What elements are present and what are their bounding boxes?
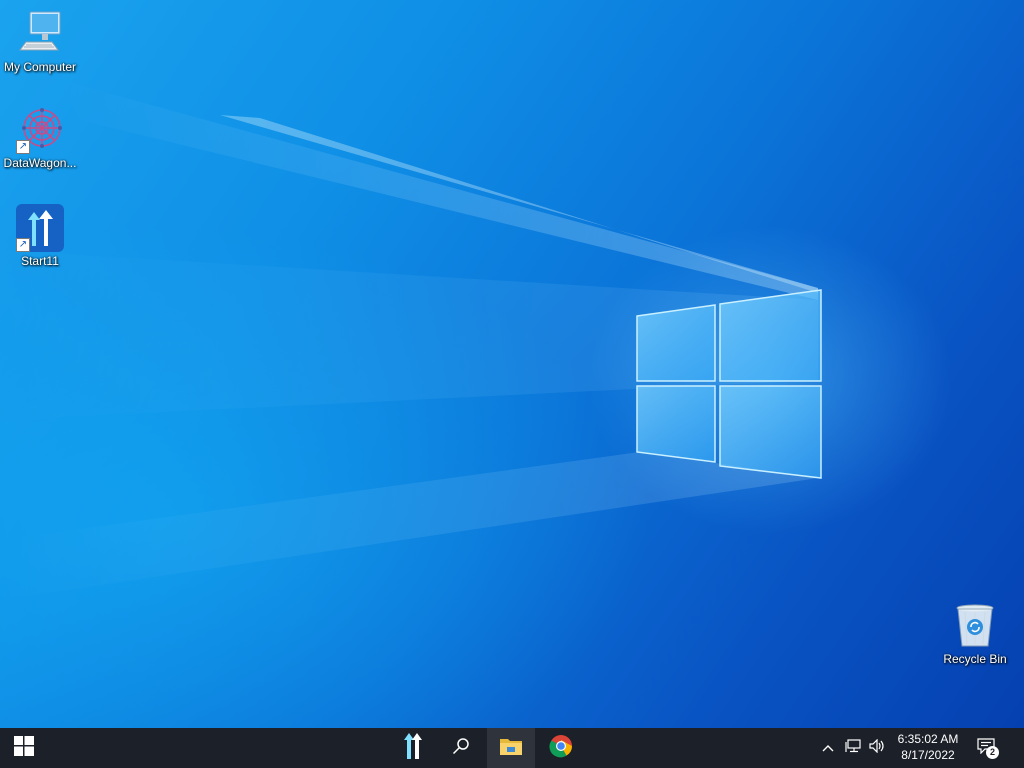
show-hidden-icons-button[interactable] (816, 728, 840, 768)
desktop-icon-my-computer[interactable]: My Computer (0, 10, 80, 74)
start-button[interactable] (0, 728, 48, 768)
desktop[interactable]: My Computer ↗ DataWagon... ↗ Start11 Rec… (0, 0, 1024, 728)
start11-icon: ↗ (16, 204, 64, 252)
clock-date: 8/17/2022 (901, 748, 955, 762)
network-button[interactable] (840, 728, 866, 768)
desktop-icon-label: DataWagon... (3, 156, 77, 170)
shortcut-arrow-icon: ↗ (16, 238, 30, 252)
action-center-button[interactable]: 2 (970, 728, 1004, 768)
taskbar-start11-button[interactable] (389, 728, 437, 768)
clock-time: 6:35:02 AM (897, 732, 959, 746)
system-clock[interactable]: 6:35:02 AM 8/17/2022 (888, 728, 968, 768)
shortcut-arrow-icon: ↗ (16, 140, 30, 154)
folder-icon (499, 736, 523, 761)
speaker-icon (869, 738, 885, 758)
windows-start-icon (14, 735, 34, 761)
volume-button[interactable] (866, 728, 888, 768)
notification-count-badge: 2 (986, 746, 999, 759)
desktop-icon-recycle-bin[interactable]: Recycle Bin (935, 602, 1015, 666)
taskbar-chrome-button[interactable] (537, 728, 585, 768)
start11-icon (403, 732, 423, 764)
desktop-icon-label: My Computer (3, 60, 77, 74)
windows-logo-wallpaper (636, 289, 822, 479)
search-icon (452, 737, 470, 760)
taskbar-search-button[interactable] (437, 728, 485, 768)
computer-icon (16, 10, 64, 58)
desktop-icon-label: Recycle Bin (943, 652, 1007, 666)
chevron-up-icon (822, 739, 834, 757)
recycle-bin-icon (951, 602, 999, 650)
taskbar: 6:35:02 AM 8/17/2022 2 (0, 728, 1024, 768)
datawagon-icon: ↗ (16, 106, 64, 154)
desktop-icon-label: Start11 (21, 254, 59, 268)
desktop-icon-datawagon[interactable]: ↗ DataWagon... (0, 106, 80, 170)
chrome-icon (549, 734, 573, 763)
desktop-icon-start11[interactable]: ↗ Start11 (0, 204, 80, 268)
taskbar-file-explorer-button[interactable] (487, 728, 535, 768)
notifications-icon: 2 (977, 738, 999, 759)
network-icon (845, 738, 861, 758)
